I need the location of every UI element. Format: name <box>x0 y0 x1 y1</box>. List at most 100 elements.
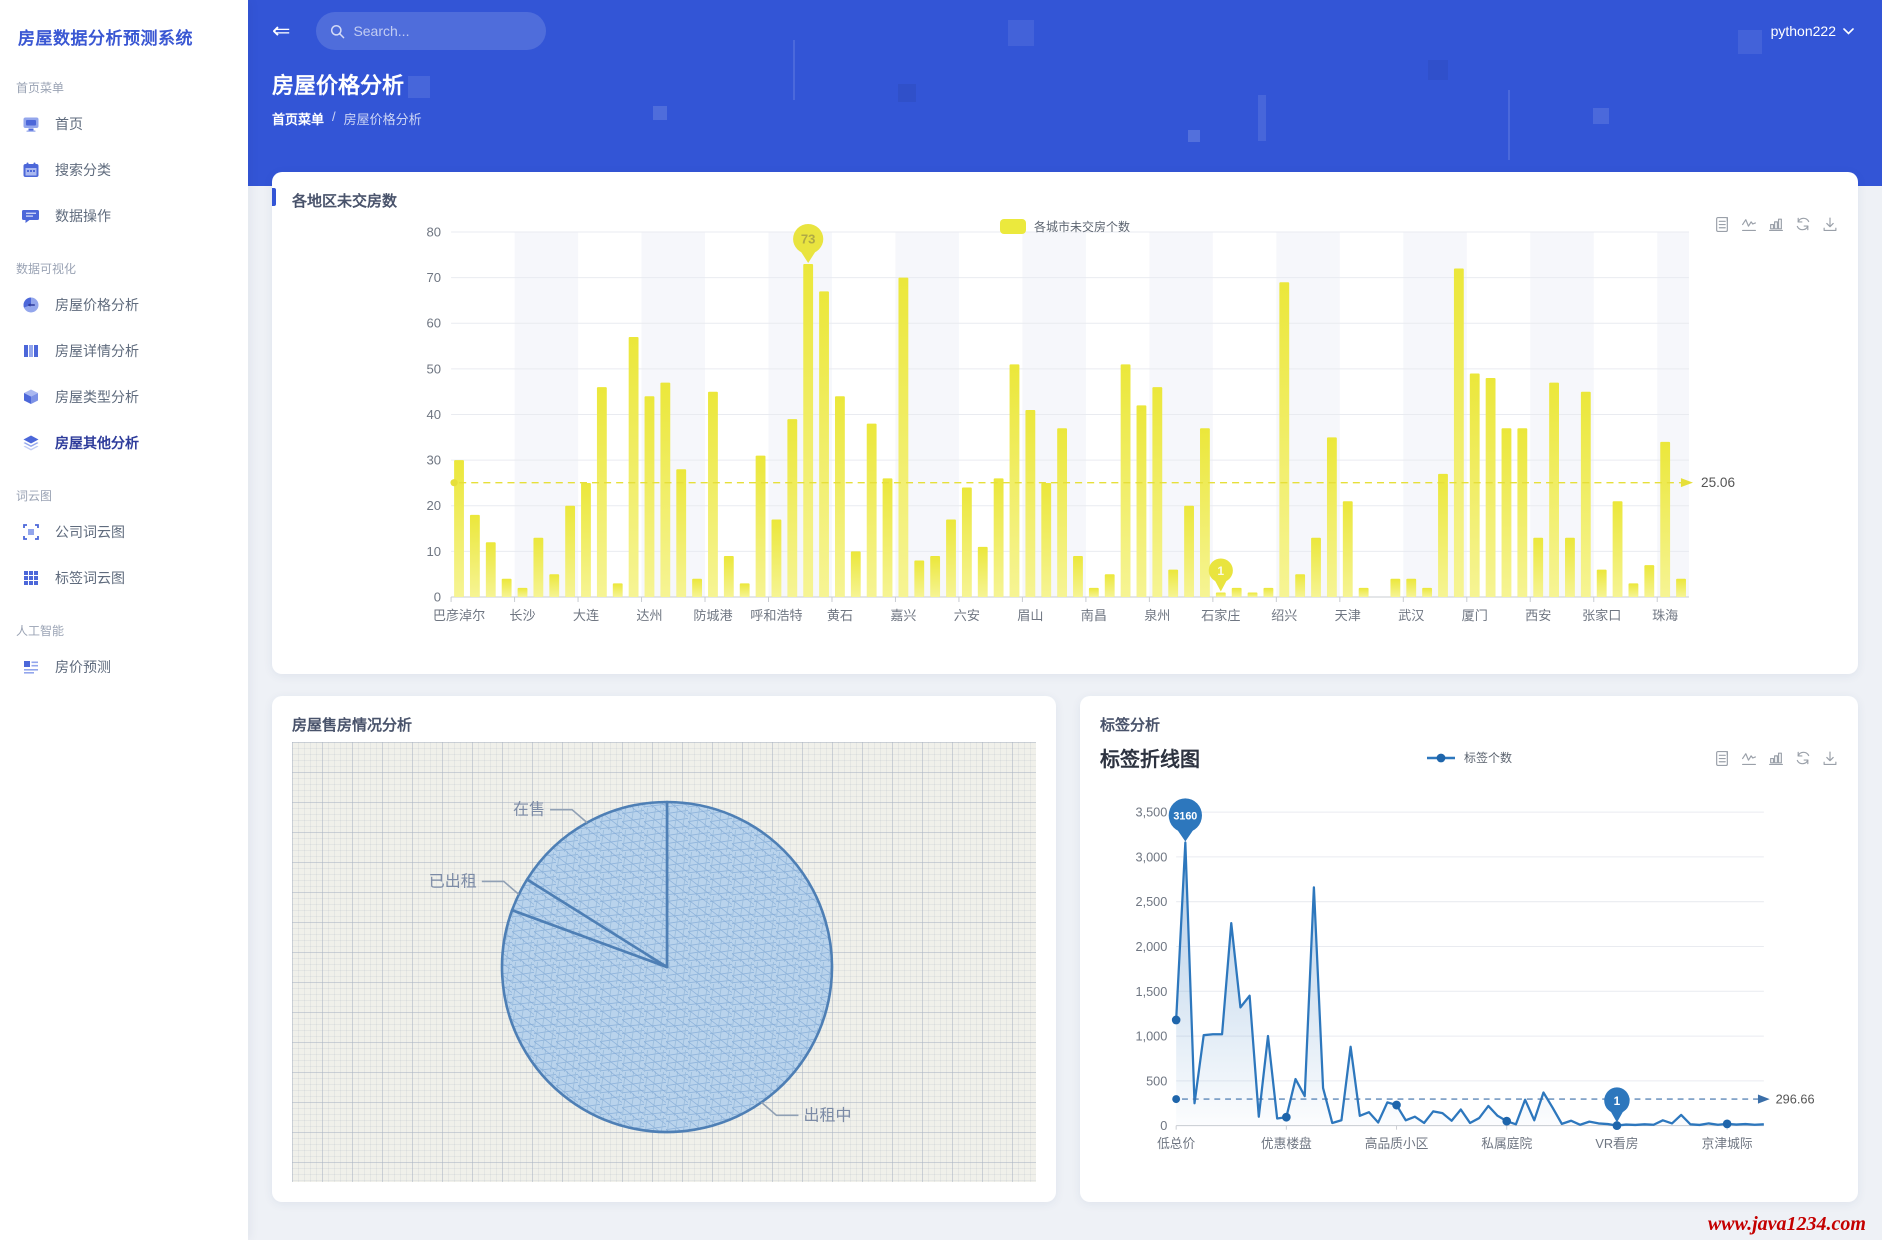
toolbox-restore-icon[interactable] <box>1795 216 1811 232</box>
breadcrumb-root[interactable]: 首页菜单 <box>272 109 324 128</box>
sidebar-item-message[interactable]: 数据操作 <box>6 194 242 238</box>
toolbox-line-type-icon[interactable] <box>1741 216 1757 232</box>
page-head: 房屋价格分析 首页菜单 / 房屋价格分析 <box>248 62 1882 128</box>
sidebar-item-layers[interactable]: 房屋其他分析 <box>6 421 242 465</box>
pie-panel-title: 房屋售房情况分析 <box>272 696 1056 735</box>
topbar: ⇐ python222 <box>248 0 1882 62</box>
sidebar-item-label: 房屋价格分析 <box>55 295 139 315</box>
svg-text:50: 50 <box>426 361 441 376</box>
pie-chart[interactable]: 出租中已出租在售 <box>292 742 1036 1182</box>
message-icon <box>22 207 40 225</box>
svg-text:呼和浩特: 呼和浩特 <box>750 608 802 623</box>
sidebar: 房屋数据分析预测系统 首页菜单首页搜索分类数据操作数据可视化房屋价格分析房屋详情… <box>0 0 248 1240</box>
grid-icon <box>22 569 40 587</box>
search-icon <box>330 24 345 39</box>
svg-text:60: 60 <box>426 316 441 331</box>
bar-chart-legend[interactable]: 各城市未交房个数 <box>1000 218 1130 235</box>
breadcrumb-current: 房屋价格分析 <box>344 109 422 128</box>
line-chart-head: 标签折线图 标签个数 <box>1080 735 1858 772</box>
sidebar-item-label: 搜索分类 <box>55 160 111 180</box>
toolbox-bar-type-icon[interactable] <box>1768 216 1784 232</box>
sidebar-item-label: 房屋其他分析 <box>55 433 139 453</box>
svg-text:眉山: 眉山 <box>1017 608 1043 623</box>
toolbox-dataview-icon[interactable] <box>1714 750 1730 766</box>
predict-icon <box>22 658 40 676</box>
chevron-down-icon <box>1843 28 1854 35</box>
svg-text:珠海: 珠海 <box>1652 608 1678 623</box>
sidebar-item-calendar[interactable]: 搜索分类 <box>6 148 242 192</box>
svg-text:南昌: 南昌 <box>1081 608 1107 623</box>
svg-text:厦门: 厦门 <box>1462 608 1488 623</box>
toolbox-restore-icon[interactable] <box>1795 750 1811 766</box>
line-chart-card: 标签分析 标签折线图 标签个数 05001,0001,5002,0002,500… <box>1080 696 1858 1202</box>
svg-text:天津: 天津 <box>1335 608 1361 623</box>
svg-text:20: 20 <box>426 498 441 513</box>
bar-panel-title: 各地区未交房数 <box>272 172 1858 211</box>
layers-icon <box>22 434 40 452</box>
svg-text:长沙: 长沙 <box>509 608 535 623</box>
svg-text:泉州: 泉州 <box>1144 608 1170 623</box>
search-input[interactable] <box>353 23 513 39</box>
svg-text:在售: 在售 <box>513 801 545 819</box>
svg-text:3,500: 3,500 <box>1135 804 1167 819</box>
line-chart-legend[interactable]: 标签个数 <box>1426 749 1512 766</box>
svg-text:1: 1 <box>1217 564 1224 578</box>
sidebar-item-pie[interactable]: 房屋价格分析 <box>6 283 242 327</box>
svg-text:西安: 西安 <box>1525 608 1551 623</box>
svg-text:高品质小区: 高品质小区 <box>1365 1136 1429 1151</box>
sidebar-item-grid[interactable]: 标签词云图 <box>6 556 242 600</box>
menu-collapse-icon[interactable]: ⇐ <box>268 16 294 46</box>
page-title: 房屋价格分析 <box>272 68 1858 100</box>
svg-text:石家庄: 石家庄 <box>1201 608 1240 623</box>
toolbox-save-image-icon[interactable] <box>1822 750 1838 766</box>
svg-text:嘉兴: 嘉兴 <box>890 608 916 623</box>
line-chart-title: 标签折线图 <box>1100 743 1200 772</box>
calendar-icon <box>22 161 40 179</box>
sidebar-item-predict[interactable]: 房价预测 <box>6 645 242 689</box>
svg-text:京津城际: 京津城际 <box>1702 1136 1753 1151</box>
svg-text:张家口: 张家口 <box>1582 608 1621 623</box>
sidebar-item-label: 房价预测 <box>55 657 111 677</box>
sidebar-item-box[interactable]: 房屋类型分析 <box>6 375 242 419</box>
svg-text:1,500: 1,500 <box>1135 984 1167 999</box>
svg-text:30: 30 <box>426 453 441 468</box>
svg-text:武汉: 武汉 <box>1398 608 1424 623</box>
sidebar-section-label: 词云图 <box>0 467 248 508</box>
svg-text:1: 1 <box>1614 1094 1621 1108</box>
svg-text:优惠楼盘: 优惠楼盘 <box>1261 1136 1312 1151</box>
svg-text:0: 0 <box>1160 1118 1167 1133</box>
search-box[interactable] <box>316 12 546 50</box>
sidebar-item-label: 首页 <box>55 114 83 134</box>
app-title: 房屋数据分析预测系统 <box>0 0 248 59</box>
sidebar-section-label: 数据可视化 <box>0 240 248 281</box>
sidebar-item-dashboard[interactable]: 首页 <box>6 102 242 146</box>
sidebar-section-label: 人工智能 <box>0 602 248 643</box>
pie-chart-card: 房屋售房情况分析 出租中已出租在售 <box>272 696 1056 1202</box>
toolbox-save-image-icon[interactable] <box>1822 216 1838 232</box>
box-icon <box>22 388 40 406</box>
toolbox-line-type-icon[interactable] <box>1741 750 1757 766</box>
user-menu[interactable]: python222 <box>1771 23 1854 39</box>
toolbox-dataview-icon[interactable] <box>1714 216 1730 232</box>
sidebar-item-label: 公司词云图 <box>55 522 125 542</box>
bar-chart[interactable]: 01020304050607080巴彦淖尔长沙大连达州防城港呼和浩特黄石嘉兴六安… <box>280 212 1850 668</box>
dashboard-icon <box>22 115 40 133</box>
svg-text:10: 10 <box>426 544 441 559</box>
line-chart[interactable]: 05001,0001,5002,0002,5003,0003,500低总价优惠楼… <box>1088 792 1852 1194</box>
sidebar-item-label: 数据操作 <box>55 206 111 226</box>
svg-text:40: 40 <box>426 407 441 422</box>
svg-text:0: 0 <box>434 590 441 605</box>
svg-text:80: 80 <box>426 225 441 240</box>
sidebar-item-crop[interactable]: 公司词云图 <box>6 510 242 554</box>
bar-chart-card: 各地区未交房数 各城市未交房个数 01020304050607080巴彦淖尔长沙… <box>272 172 1858 674</box>
sidebar-item-columns[interactable]: 房屋详情分析 <box>6 329 242 373</box>
svg-text:296.66: 296.66 <box>1776 1091 1815 1106</box>
svg-text:VR看房: VR看房 <box>1595 1136 1638 1151</box>
svg-text:3160: 3160 <box>1173 810 1197 822</box>
svg-text:73: 73 <box>801 232 816 247</box>
toolbox-bar-type-icon[interactable] <box>1768 750 1784 766</box>
chart-toolbox <box>1714 750 1838 766</box>
legend-label: 标签个数 <box>1464 749 1512 766</box>
svg-text:巴彦淖尔: 巴彦淖尔 <box>433 608 485 623</box>
svg-text:出租中: 出租中 <box>803 1106 851 1124</box>
